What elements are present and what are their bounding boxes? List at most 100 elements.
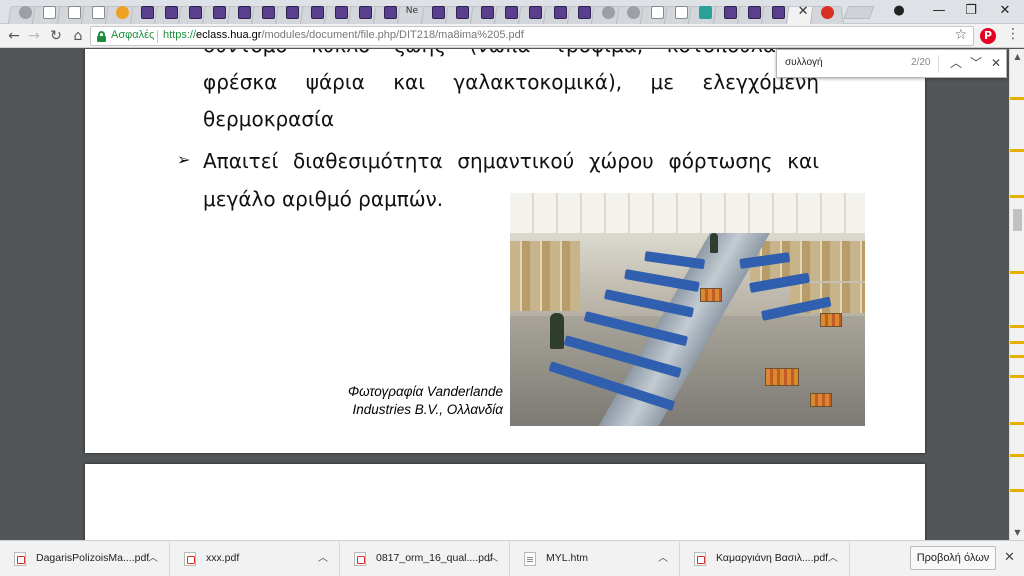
profile-icon[interactable]: ● [884,0,914,22]
vertical-scrollbar[interactable]: ▲ ▼ [1009,49,1024,540]
url-text[interactable]: https://eclass.hua.gr/modules/document/f… [163,29,524,41]
download-item[interactable]: MYL.htm ︿ [510,541,680,576]
eclass-icon [262,6,275,19]
scroll-up-icon[interactable]: ▲ [1010,49,1024,64]
eclass-icon [772,6,786,19]
home-button[interactable]: ⌂ [68,26,88,46]
pinterest-extension-icon[interactable]: P [980,28,996,44]
eclass-icon [577,6,591,19]
eclass-icon [480,6,494,19]
download-filename: DagarisPolizoisMa....pdf [36,552,150,564]
pdf-file-icon [354,552,366,566]
warehouse-photo [510,193,865,426]
eclass-icon [140,6,154,19]
new-tab-button[interactable] [843,6,875,19]
pdf-page: σύντομο κύκλο ζωής (νωπά τρόφιμα, κοτόπο… [85,49,925,453]
slide-text-line: Απαιτεί διαθεσιμότητα σημαντικού χώρου φ… [203,149,819,173]
eclass-icon [432,6,446,19]
close-download-shelf-icon[interactable]: ✕ [1004,550,1015,565]
download-filename: MYL.htm [546,552,589,564]
green-app-icon [699,6,713,19]
pen-icon [650,6,664,19]
bullet-arrow-icon: ➢ [177,150,191,169]
browser-tab[interactable] [809,2,844,25]
find-next-icon[interactable]: ﹀ [967,54,985,72]
address-separator [157,30,158,43]
eclass-icon [383,6,397,19]
url-path: /modules/document/file.php/DIT218/ma8ima… [261,29,524,41]
find-bar: συλλογή 2/20 ︿ ﹀ ✕ [776,49,1007,78]
chrome-menu-icon[interactable]: ⋮ [1006,26,1020,42]
doc-icon [67,6,81,19]
eclass-icon [456,6,470,19]
eclass-icon [723,6,737,19]
url-scheme: https:// [163,29,197,41]
download-item[interactable]: 0817_orm_16_qual....pdf ︿ [340,541,510,576]
sync-icon [626,6,640,19]
eclass-icon [213,6,227,19]
scrollbar-thumb[interactable] [1013,209,1022,231]
forward-button[interactable]: → [24,26,44,46]
eclass-icon [553,6,567,19]
doc-icon [675,6,689,19]
find-match-count: 2/20 [911,57,931,68]
eclass-icon [164,6,178,19]
download-filename: 0817_orm_16_qual....pdf [376,552,493,564]
photo-caption: Φωτογραφία Vanderlande [347,384,503,399]
download-filename: xxx.pdf [206,552,240,564]
download-item[interactable]: xxx.pdf ︿ [170,541,340,576]
find-close-icon[interactable]: ✕ [987,54,1005,72]
back-button[interactable]: ← [4,26,24,46]
eclass-icon [334,6,348,19]
eclass-icon [286,6,300,19]
chevron-up-icon[interactable]: ︿ [318,549,328,564]
browser-toolbar: ← → ↻ ⌂ Ασφαλές https://eclass.hua.gr/mo… [0,24,1024,48]
close-window-button[interactable]: ✕ [990,0,1020,22]
restore-button[interactable]: ❐ [956,0,986,22]
lock-icon [97,31,106,42]
pdf-viewer[interactable]: σύντομο κύκλο ζωής (νωπά τρόφιμα, κοτόπο… [0,49,1024,540]
pdf-file-icon [184,552,196,566]
tab-close-icon[interactable]: ✕ [798,4,809,19]
address-bar[interactable]: Ασφαλές https://eclass.hua.gr/modules/do… [90,26,974,46]
pdf-page [85,464,925,540]
slide-text-line: σύντομο κύκλο ζωής (νωπά τρόφιμα, κοτόπο… [203,49,819,64]
red-circle-icon [820,6,834,19]
chevron-up-icon[interactable]: ︿ [488,549,498,564]
eclass-icon [505,6,518,19]
eclass-icon [189,6,203,19]
find-input[interactable]: συλλογή [785,57,823,68]
slide-text-line: φρέσκα ψάρια και γαλακτοκομικά), με ελεγ… [203,70,819,94]
photo-caption: Industries B.V., Ολλανδία [352,402,503,417]
find-previous-icon[interactable]: ︿ [947,54,965,72]
chevron-up-icon[interactable]: ︿ [828,549,838,564]
download-shelf: DagarisPolizoisMa....pdf ︿ xxx.pdf ︿ 0817_or… [0,540,1024,576]
chevron-up-icon[interactable]: ︿ [148,549,158,564]
pdf-file-icon [14,552,26,566]
find-separator [938,55,939,73]
slide-text-line: θερμοκρασία [203,107,334,131]
eclass-icon [529,6,543,19]
download-item[interactable]: DagarisPolizoisMa....pdf ︿ [0,541,170,576]
html-file-icon [524,552,536,566]
minimize-button[interactable]: — [924,0,954,22]
chevron-up-icon[interactable]: ︿ [658,549,668,564]
doc-icon [91,6,105,19]
back-icon [19,6,32,19]
security-label: Ασφαλές [111,29,155,41]
eclass-icon [748,6,761,19]
tab-strip: Ne ✕ ● — ❐ ✕ [0,0,1024,25]
url-host: eclass.hua.gr [196,29,262,41]
news-icon: Ne [405,6,419,16]
scroll-down-icon[interactable]: ▼ [1010,525,1024,540]
eclass-icon [310,6,324,19]
download-item[interactable]: Καμαργιάνη Βασιλ....pdf ︿ [680,541,850,576]
download-filename: Καμαργιάνη Βασιλ....pdf [716,552,829,564]
doc-icon [43,6,57,19]
show-all-downloads-button[interactable]: Προβολή όλων [910,546,996,570]
reload-button[interactable]: ↻ [46,26,66,46]
bookmark-star-icon[interactable]: ☆ [954,27,967,43]
pdf-file-icon [694,552,706,566]
eclass-icon [359,6,373,19]
eclass-icon [237,6,251,19]
